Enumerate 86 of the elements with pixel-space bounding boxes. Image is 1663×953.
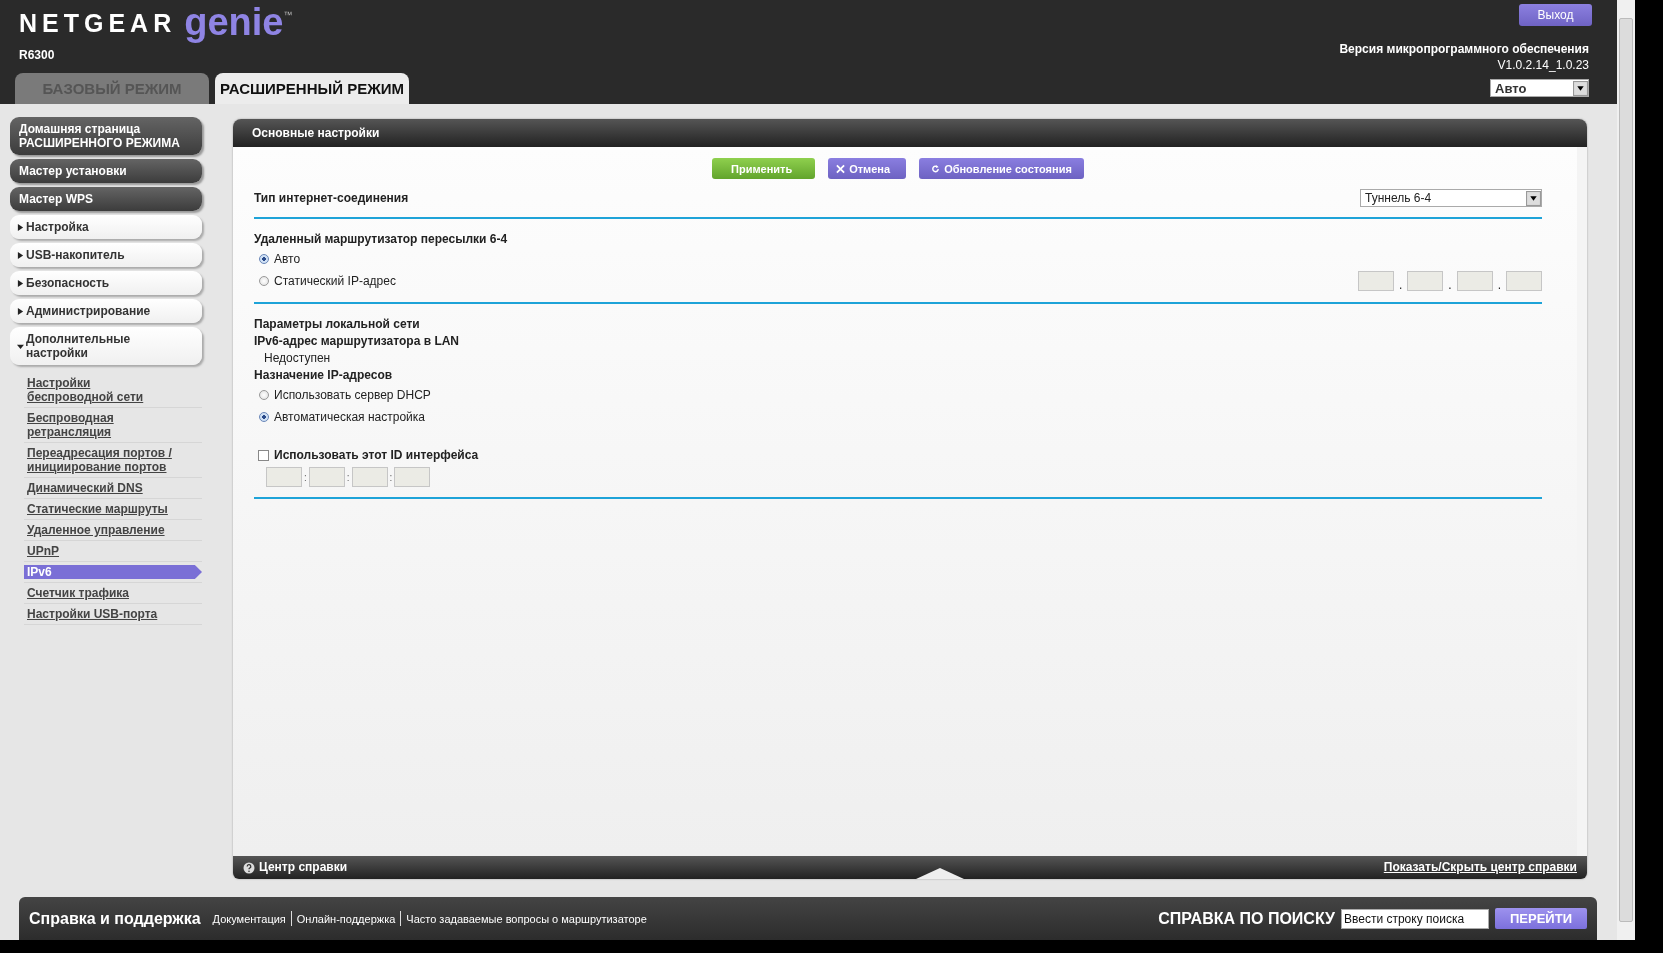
close-icon — [836, 163, 846, 174]
dropdown-icon — [1573, 80, 1588, 96]
radio-label: Авто — [274, 252, 301, 266]
search-field[interactable]: Ввести строку поиска — [1341, 908, 1489, 929]
sidebar-link[interactable]: IPv6 — [24, 565, 202, 579]
support-title: Справка и поддержка — [29, 909, 201, 928]
section-label: Дополнительные настройки — [26, 332, 132, 360]
support-link[interactable]: Онлайн-поддержка — [296, 912, 396, 925]
id-separator: : — [304, 471, 307, 483]
checkbox-label: Использовать этот ID интерфейса — [274, 448, 479, 462]
radio-button[interactable] — [259, 276, 269, 286]
radio-label: Статический IP-адрес — [274, 274, 396, 288]
sidebar-link[interactable]: Счетчик трафика — [24, 586, 129, 600]
mode-tab[interactable]: РАСШИРЕННЫЙ РЕЖИМ — [215, 73, 409, 104]
help-icon — [243, 861, 255, 874]
radio-button[interactable] — [259, 254, 269, 264]
sidebar-link[interactable]: Удаленное управление — [24, 523, 165, 537]
action-button[interactable]: Отмена — [828, 158, 907, 179]
section-label: Настройка — [26, 220, 89, 234]
sidebar-section[interactable]: Безопасность — [10, 271, 202, 295]
ip-octet-field[interactable] — [1456, 271, 1493, 291]
help-toggle-link[interactable]: Показать/Скрыть центр справки — [1383, 856, 1577, 879]
refresh-icon — [931, 163, 941, 174]
connection-type-select[interactable]: Туннель 6-4 — [1360, 189, 1542, 207]
ip-octet-field[interactable] — [1506, 271, 1542, 291]
sidebar-link[interactable]: Динамический DNS — [24, 481, 143, 495]
trademark: ™ — [283, 10, 293, 20]
support-link[interactable]: Часто задаваемые вопросы о маршрутизаторе — [406, 912, 647, 925]
panel-title: Основные настройки — [233, 119, 1587, 147]
interface-id-field[interactable] — [394, 467, 431, 487]
dropdown-icon — [1526, 190, 1541, 206]
caret-icon — [17, 223, 24, 231]
help-center-title: Центр справки — [259, 859, 348, 876]
sidebar-section[interactable]: Администрирование — [10, 299, 202, 323]
sidebar-section[interactable]: Дополнительные настройки — [10, 327, 202, 365]
sidebar-item[interactable]: Мастер WPS — [10, 187, 202, 211]
ip-separator: . — [1398, 279, 1403, 291]
firmware-version: V1.0.2.14_1.0.23 — [1497, 58, 1589, 72]
sidebar-item[interactable]: Мастер установки — [10, 159, 202, 183]
sidebar-item[interactable]: Домашняя страница РАСШИРЕННОГО РЕЖИМА — [10, 117, 202, 155]
firmware-label: Версия микропрограммного обеспечения — [1339, 42, 1589, 56]
logout-button[interactable]: Выход — [1519, 4, 1592, 26]
support-link[interactable]: Документация — [212, 912, 286, 925]
section-heading: Параметры локальной сети — [254, 316, 421, 333]
field-label: Тип интернет-соединения — [254, 191, 409, 205]
checkbox[interactable] — [258, 449, 269, 461]
section-label: USB-накопитель — [26, 248, 125, 262]
brand-logo: NETGEAR — [19, 9, 177, 38]
interface-id-field[interactable] — [308, 467, 345, 487]
interface-id-field[interactable] — [266, 467, 302, 487]
search-label: СПРАВКА ПО ПОИСКУ — [1158, 909, 1335, 928]
ip-octet-field[interactable] — [1357, 271, 1394, 291]
section-label: Администрирование — [26, 304, 151, 318]
sidebar-link[interactable]: Переадресация портов / инициирование портов — [24, 446, 177, 474]
radio-label: Использовать сервер DHCP — [274, 388, 431, 402]
model-name: R6300 — [19, 48, 56, 62]
sidebar-link[interactable]: Беспроводная ретрансляция — [24, 411, 177, 439]
language-select[interactable]: Авто — [1490, 79, 1589, 97]
sidebar-section[interactable]: USB-накопитель — [10, 243, 202, 267]
field-label: Назначение IP-адресов — [254, 367, 394, 384]
field-label: IPv6-адрес маршрутизатора в LAN — [254, 333, 461, 350]
sidebar-link[interactable]: Статические маршруты — [24, 502, 168, 516]
section-label: Безопасность — [26, 276, 110, 290]
section-heading: Удаленный маршрутизатор пересылки 6-4 — [254, 231, 509, 248]
scrollbar[interactable] — [1617, 0, 1635, 940]
interface-id-field[interactable] — [351, 467, 388, 487]
sidebar-link[interactable]: Настройки USB-порта — [24, 607, 158, 621]
caret-icon — [17, 307, 24, 315]
caret-icon — [17, 279, 24, 287]
field-value: Недоступен — [263, 350, 332, 367]
ip-separator: . — [1448, 279, 1452, 291]
radio-button[interactable] — [259, 412, 269, 422]
id-separator: : — [346, 471, 350, 483]
action-button[interactable]: Обновление состояния — [919, 158, 1084, 179]
radio-label: Автоматическая настройка — [274, 410, 425, 424]
product-logo: genie — [184, 0, 284, 44]
sidebar-section[interactable]: Настройка — [10, 215, 202, 239]
caret-icon — [17, 251, 24, 259]
caret-icon — [17, 342, 24, 350]
ip-separator: . — [1497, 279, 1501, 291]
ip-octet-field[interactable] — [1407, 271, 1444, 291]
id-separator: : — [389, 471, 393, 483]
sidebar-link[interactable]: Настройки беспроводной сети — [24, 376, 177, 404]
sidebar-link[interactable]: UPnP — [24, 544, 59, 558]
radio-button[interactable] — [259, 390, 269, 400]
expand-arrow-icon[interactable] — [916, 867, 965, 879]
